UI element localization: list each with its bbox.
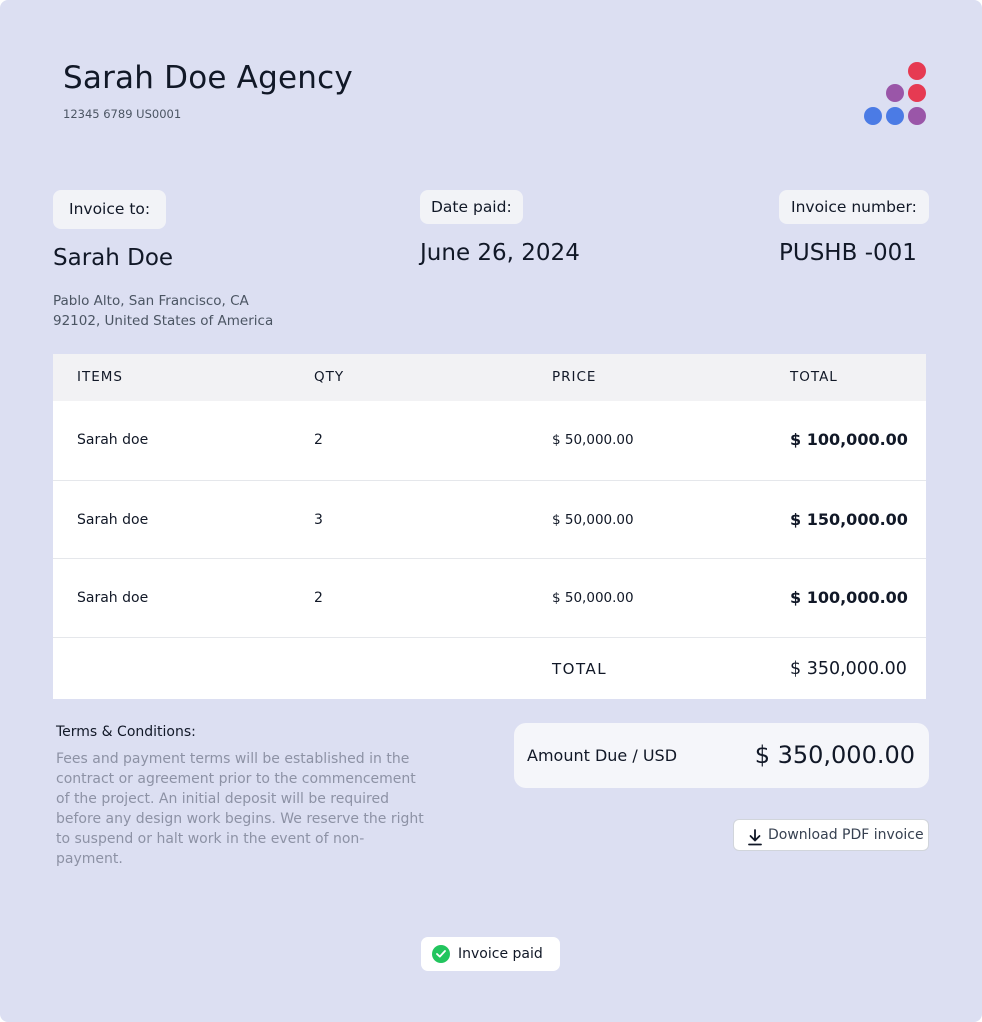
terms-text: Fees and payment terms will be establish… xyxy=(56,751,424,867)
table-row: Sarah doe 2 $ 50,000.00 $ 100,000.00 xyxy=(53,558,926,637)
logo-dot xyxy=(886,107,904,125)
dots-logo-icon xyxy=(860,58,932,130)
table-header: ITEMS QTY PRICE TOTAL xyxy=(53,354,926,401)
amount-due-box: Amount Due / USD $ 350,000.00 xyxy=(514,723,929,788)
download-icon xyxy=(747,827,763,846)
row-qty: 2 xyxy=(314,590,323,606)
agency-name: Sarah Doe Agency xyxy=(63,60,353,96)
logo-dot xyxy=(908,62,926,80)
row-item: Sarah doe xyxy=(77,432,149,448)
table-row: Sarah doe 3 $ 50,000.00 $ 150,000.00 xyxy=(53,479,926,559)
date-paid-label: Date paid: xyxy=(420,190,523,224)
row-price: $ 50,000.00 xyxy=(552,432,634,448)
row-item: Sarah doe xyxy=(77,590,149,606)
client-name: Sarah Doe xyxy=(53,245,174,271)
download-pdf-button[interactable]: Download PDF invoice xyxy=(733,819,929,851)
invoice-number-value: PUSHB -001 xyxy=(779,240,917,266)
invoice-to-label: Invoice to: xyxy=(53,190,167,229)
table-total-label: TOTAL xyxy=(552,659,608,678)
row-price: $ 50,000.00 xyxy=(552,511,634,528)
invoice-status-badge: Invoice paid xyxy=(421,937,560,971)
row-qty: 2 xyxy=(314,432,323,448)
logo-dot xyxy=(908,84,926,102)
table-row: Sarah doe 2 $ 50,000.00 $ 100,000.00 xyxy=(53,401,926,480)
client-address: Pablo Alto, San Francisco, CA 92102, Uni… xyxy=(53,291,273,331)
address-line-2: 92102, United States of America xyxy=(53,313,274,329)
date-paid-value: June 26, 2024 xyxy=(420,240,580,266)
check-circle-icon xyxy=(432,945,450,963)
header-items: ITEMS xyxy=(77,369,123,385)
invoice-page: Sarah Doe Agency 12345 6789 US0001 Invoi… xyxy=(0,0,982,1022)
header-qty: QTY xyxy=(314,369,345,385)
logo-dot xyxy=(908,107,926,125)
row-total: $ 150,000.00 xyxy=(790,509,908,529)
header-price: PRICE xyxy=(552,369,597,385)
row-item: Sarah doe xyxy=(77,511,149,528)
row-price: $ 50,000.00 xyxy=(552,590,634,606)
invoice-table: ITEMS QTY PRICE TOTAL Sarah doe 2 $ 50,0… xyxy=(53,354,926,699)
row-total: $ 100,000.00 xyxy=(790,430,908,449)
amount-due-label: Amount Due / USD xyxy=(527,746,678,765)
invoice-number-label: Invoice number: xyxy=(779,190,929,224)
logo-dot xyxy=(864,107,882,125)
logo-dot xyxy=(886,84,904,102)
row-qty: 3 xyxy=(314,511,323,528)
table-total-row: TOTAL $ 350,000.00 xyxy=(53,636,926,699)
agency-id: 12345 6789 US0001 xyxy=(63,107,182,121)
address-line-1: Pablo Alto, San Francisco, CA xyxy=(53,293,249,309)
terms-title: Terms & Conditions: xyxy=(56,724,196,740)
row-total: $ 100,000.00 xyxy=(790,588,908,607)
invoice-status-label: Invoice paid xyxy=(458,946,543,962)
download-pdf-label: Download PDF invoice xyxy=(768,827,924,843)
amount-due-value: $ 350,000.00 xyxy=(754,741,915,769)
header-total: TOTAL xyxy=(790,369,838,385)
table-total-value: $ 350,000.00 xyxy=(790,658,907,679)
